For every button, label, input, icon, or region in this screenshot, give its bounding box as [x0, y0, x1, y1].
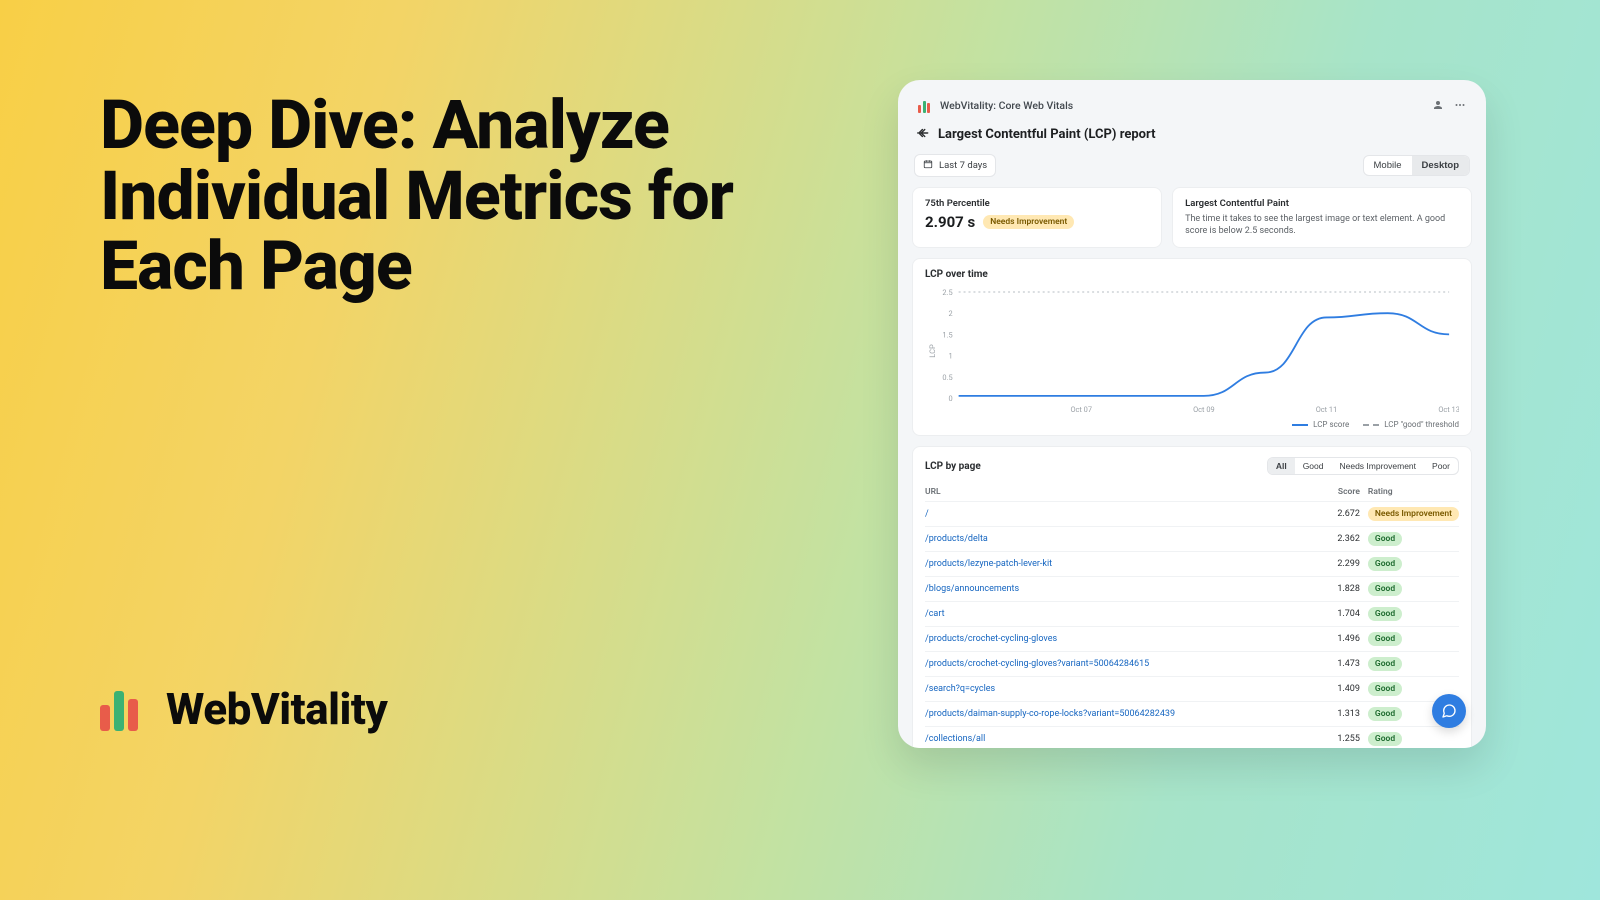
- rating-pill: Good: [1368, 532, 1402, 546]
- brand-logo-icon: [100, 687, 144, 731]
- col-rating[interactable]: Rating: [1368, 483, 1459, 502]
- date-range-chip[interactable]: Last 7 days: [914, 154, 996, 177]
- metric-info-card: Largest Contentful Paint The time it tak…: [1172, 187, 1472, 248]
- rating-pill: Good: [1368, 632, 1402, 646]
- filter-needs-improvement[interactable]: Needs Improvement: [1331, 458, 1424, 474]
- row-score: 1.704: [1322, 602, 1368, 627]
- metric-info-desc: The time it takes to see the largest ima…: [1185, 213, 1459, 237]
- svg-text:1: 1: [949, 352, 953, 361]
- svg-text:LCP: LCP: [928, 344, 937, 358]
- rating-pill: Good: [1368, 607, 1402, 621]
- table-row[interactable]: / 2.672Needs Improvement: [925, 502, 1459, 527]
- page-url-link[interactable]: /collections/all: [925, 734, 985, 744]
- brand-name: WebVitality: [166, 683, 387, 735]
- percentile-label: 75th Percentile: [925, 198, 1149, 209]
- svg-text:Oct 09: Oct 09: [1193, 405, 1215, 414]
- chart-card: LCP over time 0 0.5 1 1.5 2 2.5 LCP Oct 07 Oct 0…: [912, 258, 1472, 436]
- date-range-label: Last 7 days: [939, 160, 987, 171]
- table-row[interactable]: /products/daiman-supply-co-rope-locks?va…: [925, 702, 1459, 727]
- page-url-link[interactable]: /products/delta: [925, 534, 988, 544]
- filter-good[interactable]: Good: [1295, 458, 1332, 474]
- svg-text:0.5: 0.5: [942, 373, 952, 382]
- help-fab[interactable]: [1432, 694, 1466, 728]
- svg-text:0: 0: [949, 394, 953, 403]
- table-row[interactable]: /search?q=cycles 1.409Good: [925, 677, 1459, 702]
- legend-threshold: LCP "good" threshold: [1363, 420, 1459, 429]
- page-url-link[interactable]: /blogs/announcements: [925, 584, 1019, 594]
- hero-headline: Deep Dive: Analyze Individual Metrics fo…: [100, 90, 780, 302]
- metric-info-label: Largest Contentful Paint: [1185, 198, 1459, 209]
- user-icon[interactable]: [1432, 96, 1444, 115]
- percentile-rating-pill: Needs Improvement: [983, 215, 1074, 229]
- app-logo-icon: [918, 99, 932, 113]
- table-title: LCP by page: [925, 461, 981, 472]
- page-url-link[interactable]: /cart: [925, 609, 945, 619]
- page-url-link[interactable]: /: [925, 509, 929, 519]
- svg-text:2.5: 2.5: [942, 288, 952, 297]
- row-score: 2.362: [1322, 527, 1368, 552]
- svg-text:Oct 07: Oct 07: [1070, 405, 1092, 414]
- device-desktop[interactable]: Desktop: [1412, 156, 1469, 175]
- row-score: 1.496: [1322, 627, 1368, 652]
- app-window: WebVitality: Core Web Vitals Largest Con…: [898, 80, 1486, 748]
- row-score: 2.672: [1322, 502, 1368, 527]
- rating-pill: Good: [1368, 557, 1402, 571]
- row-score: 1.409: [1322, 677, 1368, 702]
- rating-pill: Good: [1368, 582, 1402, 596]
- chart-title: LCP over time: [925, 269, 1459, 280]
- window-title: WebVitality: Core Web Vitals: [940, 99, 1073, 112]
- svg-text:2: 2: [949, 309, 953, 318]
- rating-pill: Good: [1368, 707, 1402, 721]
- calendar-icon: [923, 159, 933, 172]
- filter-all[interactable]: All: [1268, 458, 1295, 474]
- device-mobile[interactable]: Mobile: [1364, 156, 1412, 175]
- back-arrow-icon[interactable]: [916, 125, 930, 144]
- col-score[interactable]: Score: [1322, 483, 1368, 502]
- row-score: 1.255: [1322, 727, 1368, 748]
- page-url-link[interactable]: /products/lezyne-patch-lever-kit: [925, 559, 1052, 569]
- row-score: 1.473: [1322, 652, 1368, 677]
- table-row[interactable]: /products/lezyne-patch-lever-kit 2.299Goo…: [925, 552, 1459, 577]
- report-title: Largest Contentful Paint (LCP) report: [938, 127, 1156, 142]
- lcp-chart: 0 0.5 1 1.5 2 2.5 LCP Oct 07 Oct 09 Oct 11 Oct 13: [925, 286, 1459, 416]
- row-score: 2.299: [1322, 552, 1368, 577]
- row-score: 1.313: [1322, 702, 1368, 727]
- svg-text:Oct 13: Oct 13: [1438, 405, 1459, 414]
- table-row[interactable]: /products/delta 2.362Good: [925, 527, 1459, 552]
- table-row[interactable]: /cart 1.704Good: [925, 602, 1459, 627]
- page-url-link[interactable]: /products/crochet-cycling-gloves?variant…: [925, 659, 1149, 669]
- percentile-card: 75th Percentile 2.907 s Needs Improvemen…: [912, 187, 1162, 248]
- table-row[interactable]: /products/crochet-cycling-gloves?variant…: [925, 652, 1459, 677]
- legend-score: LCP score: [1292, 420, 1349, 429]
- table-row[interactable]: /blogs/announcements 1.828Good: [925, 577, 1459, 602]
- table-row[interactable]: /collections/all 1.255Good: [925, 727, 1459, 748]
- rating-pill: Good: [1368, 657, 1402, 671]
- more-icon[interactable]: [1454, 96, 1466, 115]
- brand-row: WebVitality: [100, 683, 387, 735]
- page-url-link[interactable]: /products/daiman-supply-co-rope-locks?va…: [925, 709, 1175, 719]
- page-url-link[interactable]: /search?q=cycles: [925, 684, 995, 694]
- col-url[interactable]: URL: [925, 483, 1322, 502]
- svg-text:1.5: 1.5: [942, 331, 952, 340]
- rating-pill: Good: [1368, 682, 1402, 696]
- table-card: LCP by page AllGoodNeeds ImprovementPoor…: [912, 446, 1472, 748]
- rating-pill: Good: [1368, 732, 1402, 746]
- row-score: 1.828: [1322, 577, 1368, 602]
- rating-pill: Needs Improvement: [1368, 507, 1459, 521]
- percentile-value: 2.907 s: [925, 213, 975, 231]
- table-filter-segment: AllGoodNeeds ImprovementPoor: [1267, 457, 1459, 475]
- page-url-link[interactable]: /products/crochet-cycling-gloves: [925, 634, 1057, 644]
- lcp-table: URL Score Rating / 2.672Needs Improvement…: [925, 483, 1459, 748]
- table-row[interactable]: /products/crochet-cycling-gloves 1.496Goo…: [925, 627, 1459, 652]
- device-segment: MobileDesktop: [1363, 155, 1470, 176]
- window-title-row: WebVitality: Core Web Vitals: [918, 99, 1073, 113]
- svg-text:Oct 11: Oct 11: [1316, 405, 1338, 414]
- filter-poor[interactable]: Poor: [1424, 458, 1458, 474]
